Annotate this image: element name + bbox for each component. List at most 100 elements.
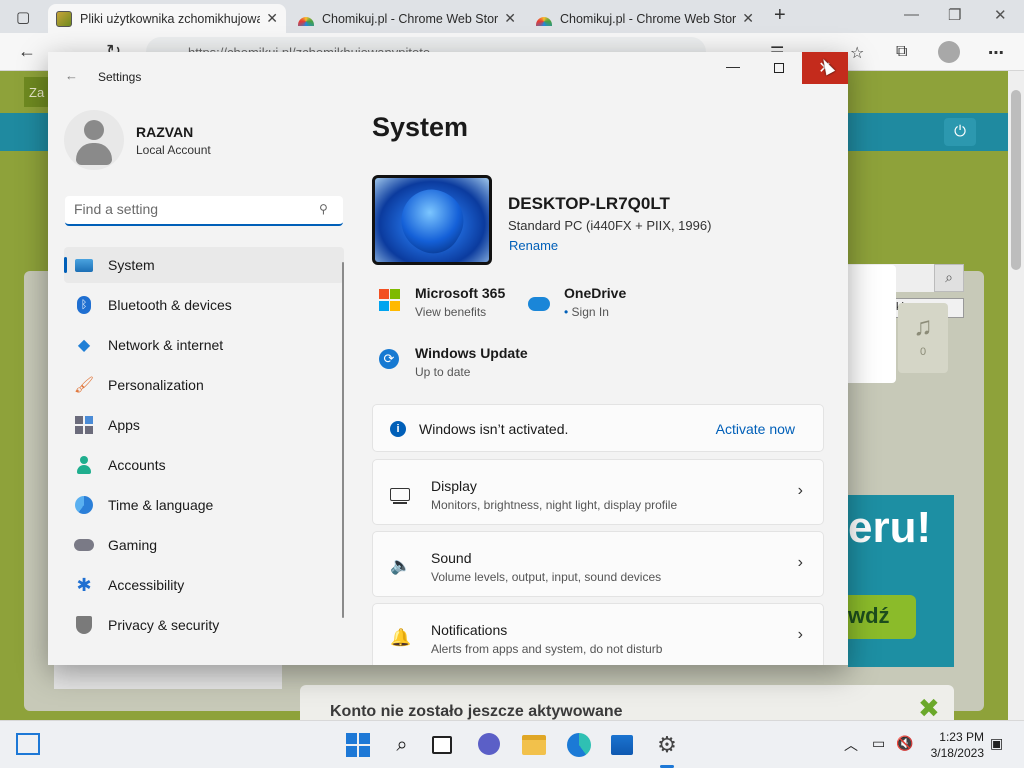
info-icon: i	[390, 421, 406, 437]
collections-icon[interactable]: ⧉	[896, 43, 907, 61]
close-icon[interactable]: ✕	[994, 6, 1007, 24]
update-sync-icon: ⟳	[379, 349, 401, 371]
tab-title: Pliki użytkownika zchomikhujowa	[80, 11, 261, 26]
web-music-tile[interactable]: ♫ 0	[898, 303, 948, 373]
browser-tab-2[interactable]: Chomikuj.pl - Chrome Web Store ✕	[290, 4, 524, 33]
task-view-icon[interactable]	[432, 733, 456, 757]
sidebar-item-bluetooth[interactable]: ᛒ Bluetooth & devices	[64, 287, 344, 323]
row-title: Display	[431, 478, 477, 494]
chat-icon[interactable]	[478, 733, 502, 757]
more-menu-icon[interactable]: ⋯	[988, 43, 1004, 63]
chevron-right-icon: ›	[797, 554, 803, 571]
back-arrow-icon[interactable]: ←	[18, 41, 36, 62]
quick-windows-update[interactable]: ⟳ Windows Update Up to date	[379, 345, 528, 379]
sidebar-item-time-language[interactable]: Time & language	[64, 487, 344, 523]
sidebar-item-system[interactable]: System	[64, 247, 344, 283]
sidebar-item-gaming[interactable]: Gaming	[64, 527, 344, 563]
sidebar-item-accounts[interactable]: Accounts	[64, 447, 344, 483]
minimize-icon[interactable]: —	[904, 6, 919, 23]
avatar[interactable]	[64, 110, 124, 170]
sidebar-item-personalization[interactable]: 🖌 Personalization	[64, 367, 344, 403]
browser-tab-3[interactable]: Chomikuj.pl - Chrome Web Store ✕	[528, 4, 762, 33]
close-icon[interactable]: ✕	[742, 10, 754, 27]
bluetooth-icon: ᛒ	[74, 295, 94, 315]
window-title: Settings	[98, 70, 142, 84]
browser-tab-strip: ▢ Pliki użytkownika zchomikhujowa ✕ Chom…	[0, 0, 1024, 33]
activate-now-link[interactable]: Activate now	[716, 421, 795, 437]
web-power-icon[interactable]: ⏻	[944, 118, 976, 146]
widgets-icon[interactable]	[16, 733, 40, 755]
settings-row-sound[interactable]: 🔈 Sound Volume levels, output, input, so…	[372, 531, 824, 597]
brush-icon: 🖌	[73, 377, 95, 394]
close-icon[interactable]: ✕	[504, 10, 516, 27]
search-icon[interactable]: ⌕	[390, 733, 414, 757]
profile-avatar[interactable]	[938, 41, 960, 63]
account-type: Local Account	[136, 143, 211, 157]
close-icon[interactable]: ✕	[266, 10, 278, 27]
sidebar-item-label: Bluetooth & devices	[108, 297, 232, 313]
sidebar-item-network[interactable]: ◆ Network & internet	[64, 327, 344, 363]
quick-subtitle: Up to date	[415, 365, 471, 379]
settings-gear-icon[interactable]: ⚙	[655, 733, 679, 757]
page-title: System	[372, 112, 469, 142]
quick-title: Microsoft 365	[415, 285, 506, 301]
quick-title: OneDrive	[564, 285, 627, 301]
web-search-icon[interactable]: ⌕	[934, 264, 964, 292]
system-icon	[74, 255, 94, 275]
monitor-icon	[390, 488, 410, 504]
settings-row-notifications[interactable]: 🔔 Notifications Alerts from apps and sys…	[372, 603, 824, 665]
quick-microsoft-365[interactable]: Microsoft 365 View benefits	[379, 285, 505, 319]
nav-scrollbar[interactable]	[342, 262, 344, 618]
wifi-icon: ◆	[77, 337, 91, 354]
edge-browser-icon[interactable]	[567, 733, 591, 757]
device-model: Standard PC (i440FX + PIIX, 1996)	[508, 218, 712, 233]
tab-actions-icon[interactable]: ▢	[16, 8, 30, 26]
sidebar-item-accessibility[interactable]: ✱ Accessibility	[64, 567, 344, 603]
web-scrollbar-thumb[interactable]	[1011, 90, 1021, 270]
favorites-icon[interactable]: ☆	[850, 43, 864, 63]
activation-text: Windows isn’t activated.	[419, 421, 569, 437]
sidebar-item-apps[interactable]: Apps	[64, 407, 344, 443]
row-subtitle: Volume levels, output, input, sound devi…	[431, 570, 662, 584]
rename-link[interactable]: Rename	[509, 238, 558, 253]
network-icon[interactable]: ▭	[872, 735, 885, 752]
settings-row-display[interactable]: Display Monitors, brightness, night ligh…	[372, 459, 824, 525]
row-title: Sound	[431, 550, 472, 566]
store-icon[interactable]	[611, 733, 635, 757]
chrome-store-favicon-icon	[536, 16, 552, 26]
sidebar-item-label: Privacy & security	[108, 617, 220, 633]
settings-nav: System ᛒ Bluetooth & devices ◆ Network &…	[64, 247, 344, 647]
back-arrow-icon[interactable]: ←	[65, 68, 78, 83]
web-banner-button[interactable]: wdź	[848, 595, 916, 639]
tab-title: Chomikuj.pl - Chrome Web Store	[560, 11, 737, 26]
search-input[interactable]	[74, 201, 304, 217]
sidebar-item-label: Personalization	[108, 377, 204, 393]
volume-muted-icon[interactable]: 🔇	[896, 735, 913, 752]
browser-tab-1[interactable]: Pliki użytkownika zchomikhujowa ✕	[48, 4, 286, 33]
sidebar-item-privacy[interactable]: Privacy & security	[64, 607, 344, 643]
avatar-head	[84, 120, 104, 140]
clock-globe-icon	[74, 495, 94, 515]
chevron-up-icon[interactable]: ︿	[844, 735, 858, 755]
new-tab-icon[interactable]: +	[774, 4, 786, 27]
web-white-box	[848, 265, 896, 383]
start-windows-icon[interactable]	[346, 733, 370, 757]
search-icon: ⚲	[319, 202, 328, 216]
shield-icon	[74, 615, 94, 635]
avatar-body	[76, 143, 112, 165]
restore-icon[interactable]: ❐	[948, 6, 961, 24]
desktop-wallpaper-thumbnail	[372, 175, 492, 265]
web-close-notice-icon[interactable]: ✖	[918, 693, 940, 720]
web-notice-text: Konto nie zostało jeszcze aktywowane	[330, 703, 623, 720]
sidebar-item-label: Network & internet	[108, 337, 224, 353]
settings-search-box[interactable]: ⚲	[65, 196, 343, 226]
system-clock[interactable]: 1:23 PM 3/18/2023	[926, 729, 984, 761]
quick-onedrive[interactable]: OneDrive • Sign In	[528, 285, 626, 319]
activation-banner: i Windows isn’t activated. Activate now	[372, 404, 824, 452]
chrome-store-favicon-icon	[298, 16, 314, 26]
web-left-card	[54, 665, 282, 689]
maximize-icon[interactable]	[774, 63, 784, 73]
notifications-icon[interactable]: ▣	[990, 735, 1003, 752]
minimize-icon[interactable]: —	[726, 58, 740, 74]
file-explorer-icon[interactable]	[522, 733, 546, 757]
